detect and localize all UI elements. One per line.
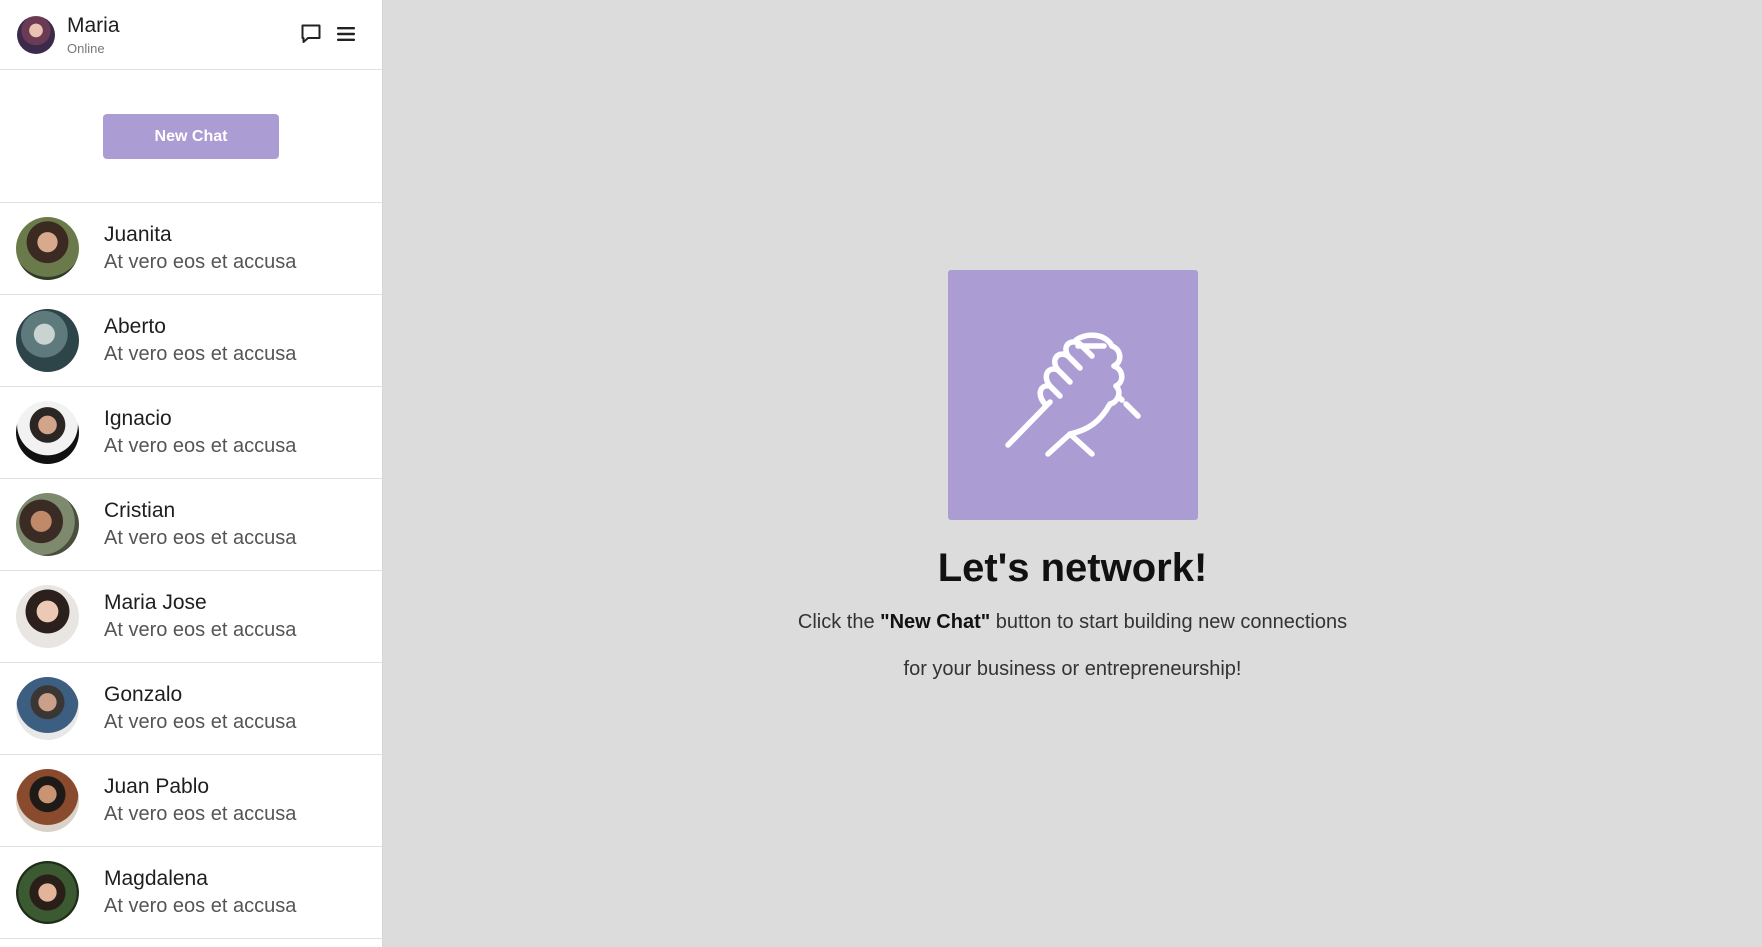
contact-preview: At vero eos et accusa	[104, 251, 297, 274]
sidebar: Maria Online New Chat Juanita At vero eo…	[0, 0, 383, 947]
contact-text: Juan Pablo At vero eos et accusa	[104, 774, 296, 827]
contact-preview: At vero eos et accusa	[104, 619, 297, 642]
user-status: Online	[67, 40, 105, 56]
contact-avatar	[16, 677, 79, 740]
contact-name: Juanita	[104, 222, 172, 246]
contact-item-magdalena[interactable]: Magdalena At vero eos et accusa	[0, 847, 382, 939]
new-chat-button[interactable]: New Chat	[103, 114, 279, 159]
main-panel: Let's network! Click the "New Chat" butt…	[383, 0, 1762, 947]
chat-bubble-icon[interactable]	[299, 22, 323, 46]
menu-icon[interactable]	[334, 22, 358, 46]
contact-preview: At vero eos et accusa	[104, 711, 297, 734]
app: Maria Online New Chat Juanita At vero eo…	[0, 0, 1762, 947]
contact-avatar	[16, 309, 79, 372]
contact-text: Maria Jose At vero eos et accusa	[104, 590, 296, 643]
profile-info: Maria Online	[67, 15, 120, 55]
contact-name: Juan Pablo	[104, 774, 210, 798]
contact-name: Magdalena	[104, 866, 208, 890]
header-actions	[299, 22, 358, 46]
contact-text: Cristian At vero eos et accusa	[104, 498, 296, 551]
contact-text: Juanita At vero eos et accusa	[104, 222, 296, 275]
contact-item-juan-pablo[interactable]: Juan Pablo At vero eos et accusa	[0, 755, 382, 847]
contact-preview: At vero eos et accusa	[104, 343, 297, 366]
handshake-icon	[1004, 332, 1141, 457]
contact-preview: At vero eos et accusa	[104, 895, 297, 918]
contact-item-juanita[interactable]: Juanita At vero eos et accusa	[0, 203, 382, 295]
contact-avatar	[16, 493, 79, 556]
contact-name: Maria Jose	[104, 590, 207, 614]
empty-state-line-2: for your business or entrepreneurship!	[903, 658, 1242, 680]
profile-header: Maria Online	[0, 0, 382, 70]
contact-preview: At vero eos et accusa	[104, 435, 297, 458]
contact-text: Aberto At vero eos et accusa	[104, 314, 296, 367]
contact-avatar	[16, 585, 79, 648]
empty-state-title: Let's network!	[937, 546, 1208, 590]
contact-list: Juanita At vero eos et accusa Aberto At …	[0, 203, 382, 939]
contact-name: Cristian	[104, 498, 176, 522]
contact-avatar	[16, 861, 79, 924]
contact-item-cristian[interactable]: Cristian At vero eos et accusa	[0, 479, 382, 571]
hero-card	[947, 270, 1198, 520]
contact-preview: At vero eos et accusa	[104, 527, 297, 550]
contact-name: Ignacio	[104, 406, 172, 430]
contact-name: Aberto	[104, 314, 166, 338]
contact-item-aberto[interactable]: Aberto At vero eos et accusa	[0, 295, 382, 387]
contact-preview: At vero eos et accusa	[104, 803, 297, 826]
contact-avatar	[16, 217, 79, 280]
contact-item-ignacio[interactable]: Ignacio At vero eos et accusa	[0, 387, 382, 479]
empty-state-line-1: Click the "New Chat" button to start bui…	[798, 611, 1347, 634]
empty-state: Let's network! Click the "New Chat" butt…	[383, 270, 1762, 681]
new-chat-area: New Chat	[0, 70, 382, 203]
contact-item-maria-jose[interactable]: Maria Jose At vero eos et accusa	[0, 571, 382, 663]
contact-text: Gonzalo At vero eos et accusa	[104, 682, 296, 735]
contact-item-gonzalo[interactable]: Gonzalo At vero eos et accusa	[0, 663, 382, 755]
user-name: Maria	[67, 13, 120, 37]
contact-name: Gonzalo	[104, 682, 183, 706]
contact-avatar	[16, 401, 79, 464]
user-avatar[interactable]	[17, 15, 55, 54]
line1-bold: "New Chat"	[880, 611, 991, 633]
contact-text: Ignacio At vero eos et accusa	[104, 406, 296, 459]
contact-avatar	[16, 769, 79, 832]
line1-prefix: Click the	[797, 611, 881, 633]
contact-text: Magdalena At vero eos et accusa	[104, 866, 296, 919]
line1-suffix: button to start building new connections	[990, 611, 1348, 633]
